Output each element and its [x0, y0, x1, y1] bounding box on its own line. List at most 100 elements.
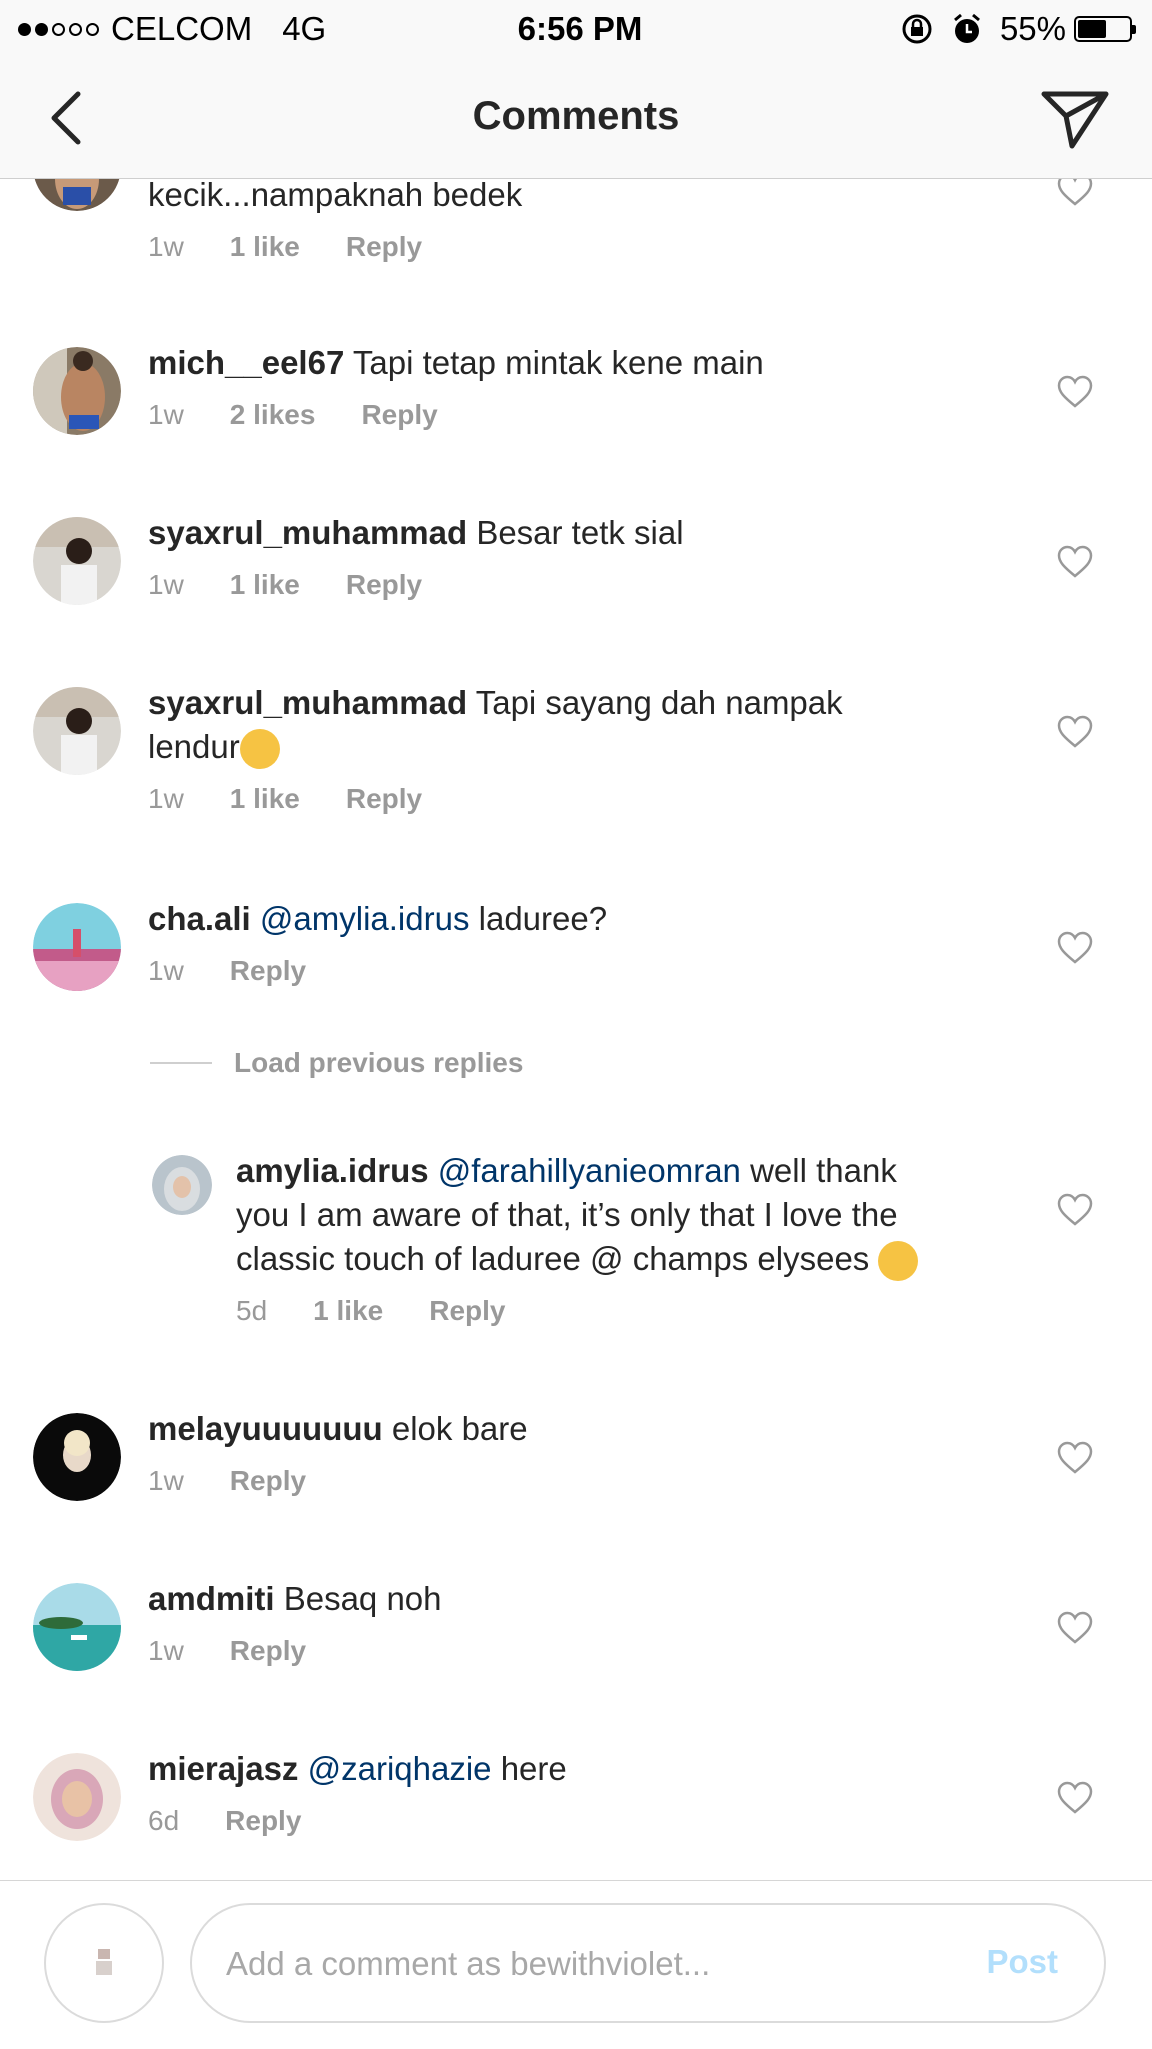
- comment-text: melayuuuuuuu elok bare: [148, 1407, 528, 1451]
- comment-meta: 1w Reply: [148, 1635, 352, 1667]
- comment-text: amdmiti Besaq noh: [148, 1577, 442, 1621]
- paper-plane-icon[interactable]: [1040, 88, 1110, 150]
- load-previous-label[interactable]: Load previous replies: [234, 1047, 523, 1079]
- avatar[interactable]: [152, 1155, 212, 1215]
- heart-icon[interactable]: [1056, 1611, 1094, 1645]
- avatar[interactable]: [33, 1413, 121, 1501]
- comment-text: syaxrul_muhammad Tapi sayang dah nampak …: [148, 681, 908, 770]
- status-bar: CELCOM 4G 6:56 PM 55%: [0, 0, 1152, 58]
- comment-age: 1w: [148, 399, 184, 430]
- comment-age: 1w: [148, 955, 184, 986]
- reply-text: amylia.idrus @farahillyanieomran well th…: [236, 1149, 1016, 1282]
- comment-body: Besar tetk sial: [476, 514, 684, 551]
- comment-body: kecik...nampaknah bedek: [148, 179, 523, 213]
- comment-age: 1w: [148, 1635, 184, 1666]
- heart-icon[interactable]: [1056, 1441, 1094, 1475]
- heart-icon[interactable]: [1056, 179, 1094, 207]
- reply-button[interactable]: Reply: [230, 955, 306, 987]
- comment-age: 6d: [148, 1805, 180, 1836]
- reply-button[interactable]: Reply: [346, 783, 422, 815]
- comment-username[interactable]: amdmiti: [148, 1580, 275, 1617]
- comment-username[interactable]: cha.ali: [148, 900, 251, 937]
- my-avatar: [44, 1903, 164, 2023]
- reply-button[interactable]: Reply: [429, 1295, 505, 1327]
- nav-bar: Comments: [0, 58, 1152, 179]
- comment-text: mierajasz @zariqhazie here: [148, 1747, 567, 1791]
- comment-age: 1w: [148, 569, 184, 600]
- avatar[interactable]: [33, 347, 121, 435]
- reply-button[interactable]: Reply: [361, 399, 437, 431]
- comment-body: Besaq noh: [283, 1580, 442, 1617]
- reply-body-line1: well thank: [750, 1152, 897, 1189]
- avatar[interactable]: [33, 1753, 121, 1841]
- comment-age: 1w: [148, 231, 184, 262]
- likes-count[interactable]: 1 like: [313, 1295, 383, 1327]
- page-title: Comments: [472, 94, 680, 138]
- reply-button[interactable]: Reply: [225, 1805, 301, 1837]
- comment-meta: 1w 1 like Reply: [148, 569, 468, 601]
- smiley-emoji-icon: [878, 1241, 919, 1282]
- reply-username[interactable]: amylia.idrus: [236, 1152, 429, 1189]
- comment-body: Tapi tetap mintak kene main: [352, 344, 764, 381]
- reply-body-line3: classic touch of laduree @ champs elysee…: [236, 1240, 870, 1277]
- comment-age: 1w: [148, 1465, 184, 1496]
- heart-icon[interactable]: [1056, 715, 1094, 749]
- load-previous-replies[interactable]: Load previous replies: [150, 1047, 523, 1079]
- comment-input[interactable]: [224, 1925, 928, 2003]
- comment-input-wrapper[interactable]: Post: [190, 1903, 1106, 2023]
- heart-icon[interactable]: [1056, 1193, 1094, 1227]
- comment-text: syaxrul_muhammad Besar tetk sial: [148, 511, 684, 555]
- likes-count[interactable]: 1 like: [230, 783, 300, 815]
- heart-icon[interactable]: [1056, 375, 1094, 409]
- divider: [150, 1062, 212, 1064]
- heart-icon[interactable]: [1056, 1781, 1094, 1815]
- comment-meta: 1w 2 likes Reply: [148, 399, 484, 431]
- reply-button[interactable]: Reply: [230, 1465, 306, 1497]
- comment-text: kecik...nampaknah bedek: [148, 179, 522, 217]
- battery-percentage: 55%: [999, 10, 1066, 47]
- comment-meta: 1w Reply: [148, 955, 352, 987]
- rotation-lock-icon: [902, 14, 932, 44]
- comment-meta: 1w 1 like Reply: [148, 783, 468, 815]
- comment-body: Tapi sayang dah nampak: [475, 684, 843, 721]
- reply-body-line2: you I am aware of that, it’s only that I…: [236, 1196, 898, 1233]
- status-right: 55%: [900, 10, 1136, 48]
- reply-button[interactable]: Reply: [346, 569, 422, 601]
- comment-text: cha.ali @amylia.idrus laduree?: [148, 897, 607, 941]
- heart-icon[interactable]: [1056, 545, 1094, 579]
- reply-meta: 5d 1 like Reply: [236, 1295, 551, 1327]
- comment-username[interactable]: mierajasz: [148, 1750, 298, 1787]
- comment-age: 1w: [148, 783, 184, 814]
- reply-button[interactable]: Reply: [230, 1635, 306, 1667]
- avatar[interactable]: [33, 1583, 121, 1671]
- likes-count[interactable]: 2 likes: [230, 399, 316, 431]
- comment-body: laduree?: [478, 900, 608, 937]
- mention-link[interactable]: @amylia.idrus: [260, 900, 470, 937]
- comment-body-continued: lendur: [148, 728, 240, 765]
- comment-username[interactable]: syaxrul_muhammad: [148, 684, 467, 721]
- likes-count[interactable]: 1 like: [230, 569, 300, 601]
- avatar[interactable]: [33, 903, 121, 991]
- avatar[interactable]: [33, 179, 121, 211]
- battery-icon: [1074, 16, 1136, 42]
- comment-body: here: [500, 1750, 567, 1787]
- comment-meta: 1w Reply: [148, 1465, 352, 1497]
- post-button[interactable]: Post: [986, 1943, 1058, 1981]
- mention-link[interactable]: @farahillyanieomran: [438, 1152, 741, 1189]
- likes-count[interactable]: 1 like: [230, 231, 300, 263]
- comment-meta: 6d Reply: [148, 1805, 347, 1837]
- avatar[interactable]: [33, 517, 121, 605]
- reply-button[interactable]: Reply: [346, 231, 422, 263]
- comment-username[interactable]: melayuuuuuuu: [148, 1410, 383, 1447]
- comment-username[interactable]: syaxrul_muhammad: [148, 514, 467, 551]
- comment-composer: Post: [0, 1880, 1152, 2049]
- comment-text: mich__eel67 Tapi tetap mintak kene main: [148, 341, 764, 385]
- mention-link[interactable]: @zariqhazie: [308, 1750, 492, 1787]
- comments-list[interactable]: kecik...nampaknah bedek 1w 1 like Reply …: [0, 179, 1152, 1879]
- comment-username[interactable]: mich__eel67: [148, 344, 344, 381]
- avatar[interactable]: [33, 687, 121, 775]
- comment-age: 5d: [236, 1295, 268, 1326]
- heart-icon[interactable]: [1056, 931, 1094, 965]
- comment-meta: 1w 1 like Reply: [148, 231, 468, 263]
- comment-body: elok bare: [391, 1410, 528, 1447]
